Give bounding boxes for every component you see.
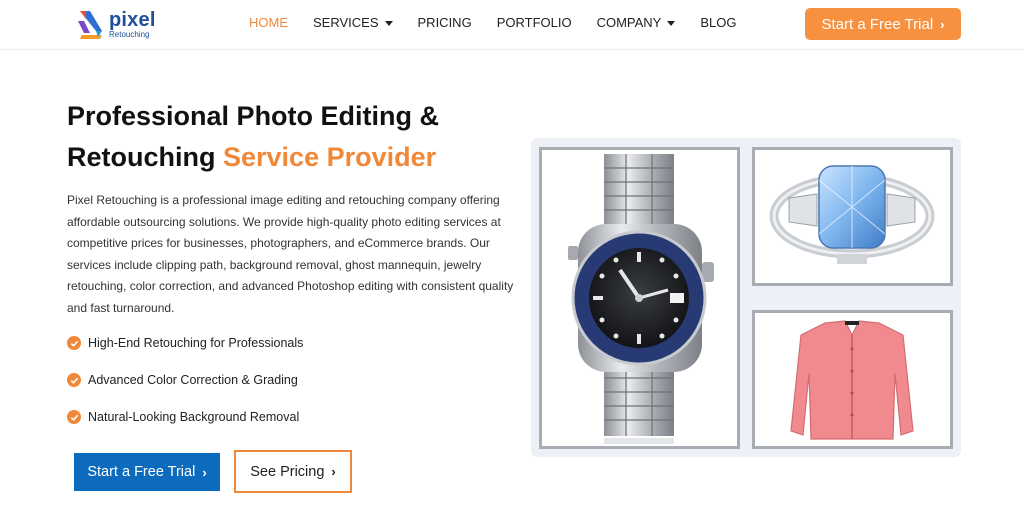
feature-list: High-End Retouching for Professionals Adv… — [67, 332, 303, 443]
logo-icon — [78, 11, 102, 39]
cardigan-image — [752, 310, 953, 449]
check-circle-icon — [67, 373, 81, 387]
image-collage — [531, 138, 961, 457]
chevron-right-icon: › — [331, 464, 336, 479]
nav-item-label: BLOG — [700, 15, 737, 30]
wristwatch-icon — [568, 154, 714, 444]
logo-tagline: Retouching — [109, 29, 150, 39]
feature-label: Natural-Looking Background Removal — [88, 410, 300, 424]
nav-item-blog[interactable]: BLOG — [700, 15, 736, 30]
hero-title-line2: Retouching — [67, 142, 223, 172]
nav-item-portfolio[interactable]: PORTFOLIO — [497, 15, 572, 30]
nav-item-label: HOME — [249, 15, 288, 30]
chevron-right-icon: › — [940, 16, 945, 32]
header-free-trial-label: Start a Free Trial — [821, 15, 934, 33]
hero-title-line1: Professional Photo Editing & — [67, 101, 440, 131]
hero-title-accent: Service Provider — [223, 142, 437, 172]
hero-free-trial-button[interactable]: Start a Free Trial › — [74, 453, 220, 491]
feature-item: Advanced Color Correction & Grading — [67, 369, 303, 391]
nav-item-label: COMPANY — [596, 15, 662, 30]
hero-description: Pixel Retouching is a professional image… — [67, 193, 514, 315]
feature-label: Advanced Color Correction & Grading — [88, 373, 298, 387]
hero-free-trial-label: Start a Free Trial — [87, 464, 196, 480]
nav-item-label: PRICING — [417, 15, 472, 30]
feature-item: High-End Retouching for Professionals — [67, 332, 303, 354]
cardigan-icon — [790, 320, 914, 440]
nav-item-label: PORTFOLIO — [496, 15, 572, 30]
check-circle-icon — [67, 336, 81, 350]
caret-down-icon — [384, 20, 393, 26]
nav-item-pricing[interactable]: PRICING — [418, 15, 472, 30]
caret-down-icon — [667, 20, 676, 26]
feature-label: High-End Retouching for Professionals — [88, 336, 304, 350]
nav-item-label: SERVICES — [313, 15, 379, 30]
main-nav: HOME SERVICES PRICING PORTFOLIO COMPANY BLOG — [249, 15, 761, 30]
header-free-trial-button[interactable]: Start a Free Trial › — [805, 8, 961, 40]
nav-item-company[interactable]: COMPANY — [597, 15, 676, 30]
see-pricing-label: See Pricing — [250, 463, 325, 480]
logo-wordmark: pixel — [109, 8, 156, 31]
site-header: pixel Retouching HOME SERVICES PRICING PORT… — [0, 0, 1024, 50]
ring-icon — [769, 165, 935, 264]
chevron-right-icon: › — [202, 464, 207, 480]
nav-item-services[interactable]: SERVICES — [313, 15, 393, 30]
hero-title: Professional Photo Editing & Retouching … — [67, 96, 507, 178]
ring-image — [752, 147, 953, 286]
check-circle-icon — [67, 410, 81, 424]
feature-item: Natural-Looking Background Removal — [67, 406, 303, 428]
watch-image — [539, 147, 740, 449]
see-pricing-button[interactable]: See Pricing › — [234, 450, 352, 493]
nav-item-home[interactable]: HOME — [249, 15, 288, 30]
logo[interactable]: pixel Retouching — [76, 6, 156, 42]
